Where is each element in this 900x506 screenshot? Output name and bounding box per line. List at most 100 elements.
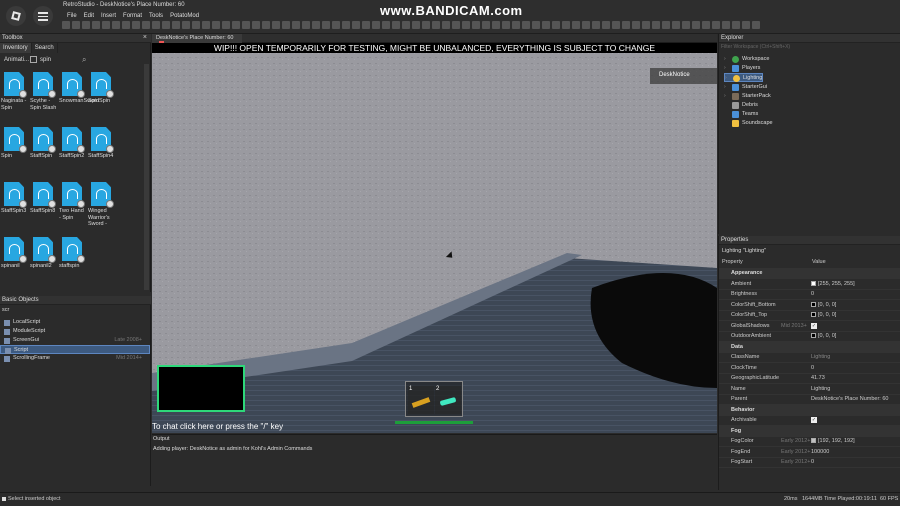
toolbar-button[interactable] xyxy=(672,21,680,29)
toolbar-button[interactable] xyxy=(412,21,420,29)
menu-potatomod[interactable]: PotatoMod xyxy=(170,13,199,19)
toolbar-button[interactable] xyxy=(582,21,590,29)
expand-arrow-icon[interactable]: › xyxy=(724,92,726,101)
category-data[interactable]: Data xyxy=(719,342,900,353)
hamburger-menu-icon[interactable] xyxy=(33,6,53,26)
toolbox-item[interactable]: StaffSpin4 xyxy=(87,127,116,177)
toolbar-button[interactable] xyxy=(622,21,630,29)
expand-arrow-icon[interactable]: › xyxy=(724,83,726,92)
toolbar-button[interactable] xyxy=(132,21,140,29)
category-appearance[interactable]: Appearance xyxy=(719,268,900,279)
toolbar-button[interactable] xyxy=(572,21,580,29)
toolbar-button[interactable] xyxy=(72,21,80,29)
menu-file[interactable]: File xyxy=(67,13,77,19)
roblox-logo-icon[interactable] xyxy=(6,6,26,26)
prop-colorshift-top[interactable]: ColorShift_Top [0, 0, 0] xyxy=(719,310,900,321)
prop-outdoorambient[interactable]: OutdoorAmbient [0, 0, 0] xyxy=(719,331,900,342)
toolbar-button[interactable] xyxy=(142,21,150,29)
toolbox-item[interactable]: Scythe - Spin Slash xyxy=(29,72,58,122)
toolbar-button[interactable] xyxy=(542,21,550,29)
game-viewport[interactable]: WIP!!! OPEN TEMPORARILY FOR TESTING, MIG… xyxy=(152,43,717,433)
category-behavior[interactable]: Behavior xyxy=(719,405,900,416)
toolbar-button[interactable] xyxy=(252,21,260,29)
toolbar-button[interactable] xyxy=(162,21,170,29)
toolbar-button[interactable] xyxy=(112,21,120,29)
color-swatch[interactable] xyxy=(811,281,816,287)
toolbox-item[interactable]: Naginata - Spin xyxy=(0,72,29,122)
toolbar-button[interactable] xyxy=(722,21,730,29)
explorer-item-starterpack[interactable]: › StarterPack xyxy=(724,92,771,101)
toolbar-button[interactable] xyxy=(222,21,230,29)
explorer-filter-input[interactable]: Filter Workspace (Ctrl+Shift+X) xyxy=(721,44,790,50)
toolbar-button[interactable] xyxy=(122,21,130,29)
prop-fogstart[interactable]: FogStart Early 2012+ 0 xyxy=(719,457,900,468)
toolbar-button[interactable] xyxy=(482,21,490,29)
toolbox-item[interactable]: StaffSpin3 xyxy=(0,182,29,232)
toolbar-button[interactable] xyxy=(242,21,250,29)
prop-brightness[interactable]: Brightness 0 xyxy=(719,289,900,300)
prop-ambient[interactable]: Ambient [255, 255, 255] xyxy=(719,279,900,290)
toolbox-item[interactable]: Spin xyxy=(87,72,116,122)
tab-inventory[interactable]: Inventory xyxy=(0,43,32,53)
chat-hint[interactable]: To chat click here or press the "/" key xyxy=(152,422,283,431)
toolbar-button[interactable] xyxy=(742,21,750,29)
prop-fogend[interactable]: FogEnd Early 2012+ 100000 xyxy=(719,447,900,458)
toolbar-button[interactable] xyxy=(292,21,300,29)
status-checkbox[interactable] xyxy=(2,497,6,501)
toolbar-button[interactable] xyxy=(322,21,330,29)
toolbar-button[interactable] xyxy=(362,21,370,29)
toolbox-item[interactable]: StaffSpin8 xyxy=(29,182,58,232)
hotbar-slot-1[interactable]: 1 xyxy=(408,386,434,414)
toolbox-scrollbar[interactable] xyxy=(144,64,149,290)
object-item-modulescript[interactable]: ModuleScript xyxy=(0,327,150,336)
toolbar-button[interactable] xyxy=(302,21,310,29)
toolbar-button[interactable] xyxy=(632,21,640,29)
toolbox-item[interactable]: spinanil xyxy=(0,237,29,287)
toolbar-button[interactable] xyxy=(442,21,450,29)
explorer-item-workspace[interactable]: › Workspace xyxy=(724,55,769,64)
toolbar-button[interactable] xyxy=(692,21,700,29)
color-swatch[interactable] xyxy=(811,333,816,339)
prop-globalshadows[interactable]: GlobalShadows Mid 2013+ ✓ xyxy=(719,321,900,332)
prop-fogcolor[interactable]: FogColor Early 2012+ [192, 192, 192] xyxy=(719,436,900,447)
explorer-item-players[interactable]: › Players xyxy=(724,64,760,73)
hotbar-slot-2[interactable]: 2 xyxy=(435,386,461,414)
toolbar-button[interactable] xyxy=(232,21,240,29)
toolbar-button[interactable] xyxy=(432,21,440,29)
toolbar-button[interactable] xyxy=(712,21,720,29)
toolbar-button[interactable] xyxy=(592,21,600,29)
object-search-input[interactable]: scr xyxy=(2,307,9,313)
toolbox-item[interactable]: Spin xyxy=(0,127,29,177)
close-icon[interactable]: × xyxy=(143,34,147,41)
toolbar-button[interactable] xyxy=(392,21,400,29)
prop-colorshift-bottom[interactable]: ColorShift_Bottom [0, 0, 0] xyxy=(719,300,900,311)
toolbar-button[interactable] xyxy=(522,21,530,29)
toolbar-button[interactable] xyxy=(402,21,410,29)
color-swatch[interactable] xyxy=(811,312,816,318)
expand-arrow-icon[interactable]: › xyxy=(724,64,726,73)
toolbar-button[interactable] xyxy=(752,21,760,29)
prop-archivable[interactable]: Archivable ✓ xyxy=(719,415,900,426)
color-swatch[interactable] xyxy=(811,438,816,444)
checkbox-checked-icon[interactable]: ✓ xyxy=(811,322,817,329)
toolbar-button[interactable] xyxy=(602,21,610,29)
dropdown-toggle-icon[interactable] xyxy=(30,56,37,63)
toolbar-button[interactable] xyxy=(682,21,690,29)
toolbar-button[interactable] xyxy=(62,21,70,29)
toolbar-button[interactable] xyxy=(642,21,650,29)
category-dropdown[interactable]: Animati... xyxy=(4,57,29,63)
toolbar-button[interactable] xyxy=(182,21,190,29)
explorer-item-lighting[interactable]: › Lighting xyxy=(724,73,764,82)
toolbox-item[interactable]: SnowmanSwordSpin xyxy=(58,72,110,122)
toolbar-button[interactable] xyxy=(532,21,540,29)
object-item-script[interactable]: Script xyxy=(0,345,150,354)
toolbar-button[interactable] xyxy=(102,21,110,29)
explorer-item-teams[interactable]: Teams xyxy=(724,110,758,119)
toolbox-item[interactable]: staffspin xyxy=(58,237,87,287)
menu-tools[interactable]: Tools xyxy=(149,13,163,19)
object-item-scrollingframe[interactable]: ScrollingFrame Mid 2014+ xyxy=(0,354,150,363)
toolbox-item[interactable]: StaffSpin2 xyxy=(58,127,87,177)
explorer-item-debris[interactable]: Debris xyxy=(724,101,758,110)
search-icon[interactable]: ⌕ xyxy=(82,55,86,65)
prop-name[interactable]: Name Lighting xyxy=(719,384,900,395)
